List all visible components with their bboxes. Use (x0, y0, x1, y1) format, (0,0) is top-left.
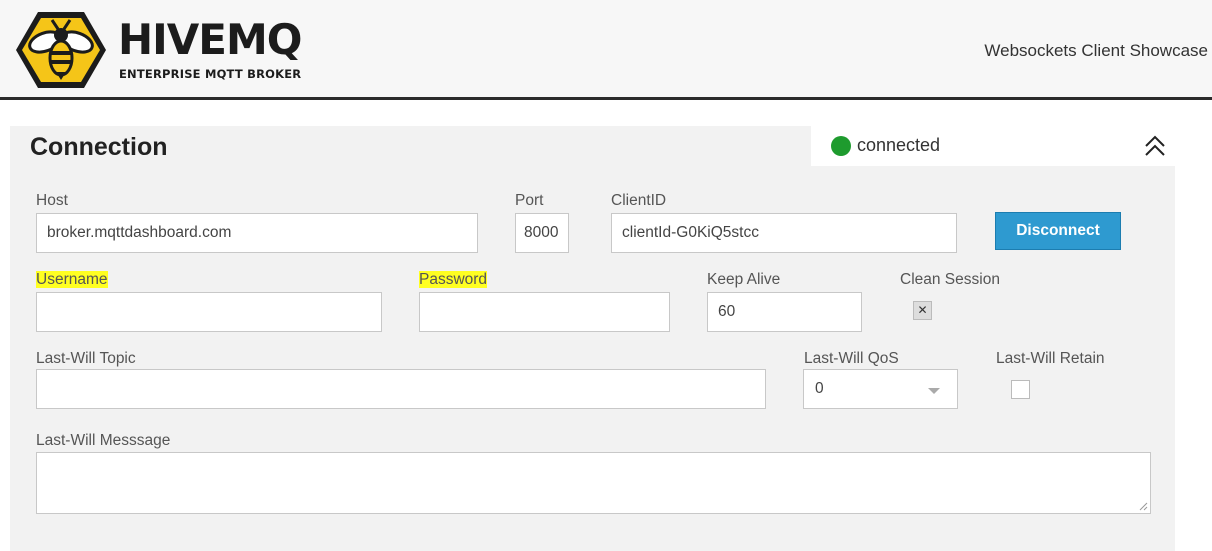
last-will-qos-value: 0 (815, 380, 824, 397)
last-will-topic-label: Last-Will Topic (36, 350, 136, 367)
clean-session-checkbox[interactable]: ✕ (913, 301, 932, 320)
dropdown-arrow-icon (928, 388, 940, 394)
status-text: connected (857, 135, 941, 155)
hivemq-logo[interactable]: HIVEMQ ENTERPRISE MQTT BROKER (15, 10, 335, 90)
status-indicator-icon (831, 136, 851, 156)
keep-alive-label: Keep Alive (707, 271, 781, 288)
bee-icon (16, 12, 106, 88)
last-will-retain-checkbox[interactable] (1011, 380, 1030, 399)
password-field[interactable] (419, 292, 670, 332)
port-label: Port (515, 192, 544, 209)
client-id-field[interactable] (611, 213, 957, 253)
brand-name: HIVEMQ (118, 15, 302, 64)
disconnect-button[interactable]: Disconnect (995, 212, 1121, 250)
last-will-message-label: Last-Will Messsage (36, 432, 171, 449)
double-chevron-up-icon[interactable] (1143, 133, 1167, 159)
username-field[interactable] (36, 292, 382, 332)
password-label-text: Password (419, 271, 488, 288)
connection-title: Connection (30, 133, 168, 161)
host-label: Host (36, 192, 68, 209)
last-will-topic-field[interactable] (36, 369, 766, 409)
client-id-label: ClientID (611, 192, 667, 209)
password-label: Password (419, 271, 488, 289)
keep-alive-field[interactable] (707, 292, 862, 332)
last-will-qos-label: Last-Will QoS (804, 350, 899, 367)
last-will-retain-label: Last-Will Retain (996, 350, 1105, 367)
last-will-message-field[interactable] (36, 452, 1151, 514)
last-will-qos-select[interactable]: 0 (803, 369, 958, 409)
username-label: Username (36, 271, 108, 289)
resize-grip-icon[interactable] (1138, 501, 1148, 511)
port-field[interactable] (515, 213, 569, 253)
clean-session-label: Clean Session (900, 271, 1000, 288)
brand-tagline: ENTERPRISE MQTT BROKER (119, 67, 302, 81)
header-title: Websockets Client Showcase (984, 41, 1208, 60)
username-label-text: Username (36, 271, 108, 288)
app-header: HIVEMQ ENTERPRISE MQTT BROKER Websockets… (0, 0, 1212, 100)
host-field[interactable] (36, 213, 478, 253)
